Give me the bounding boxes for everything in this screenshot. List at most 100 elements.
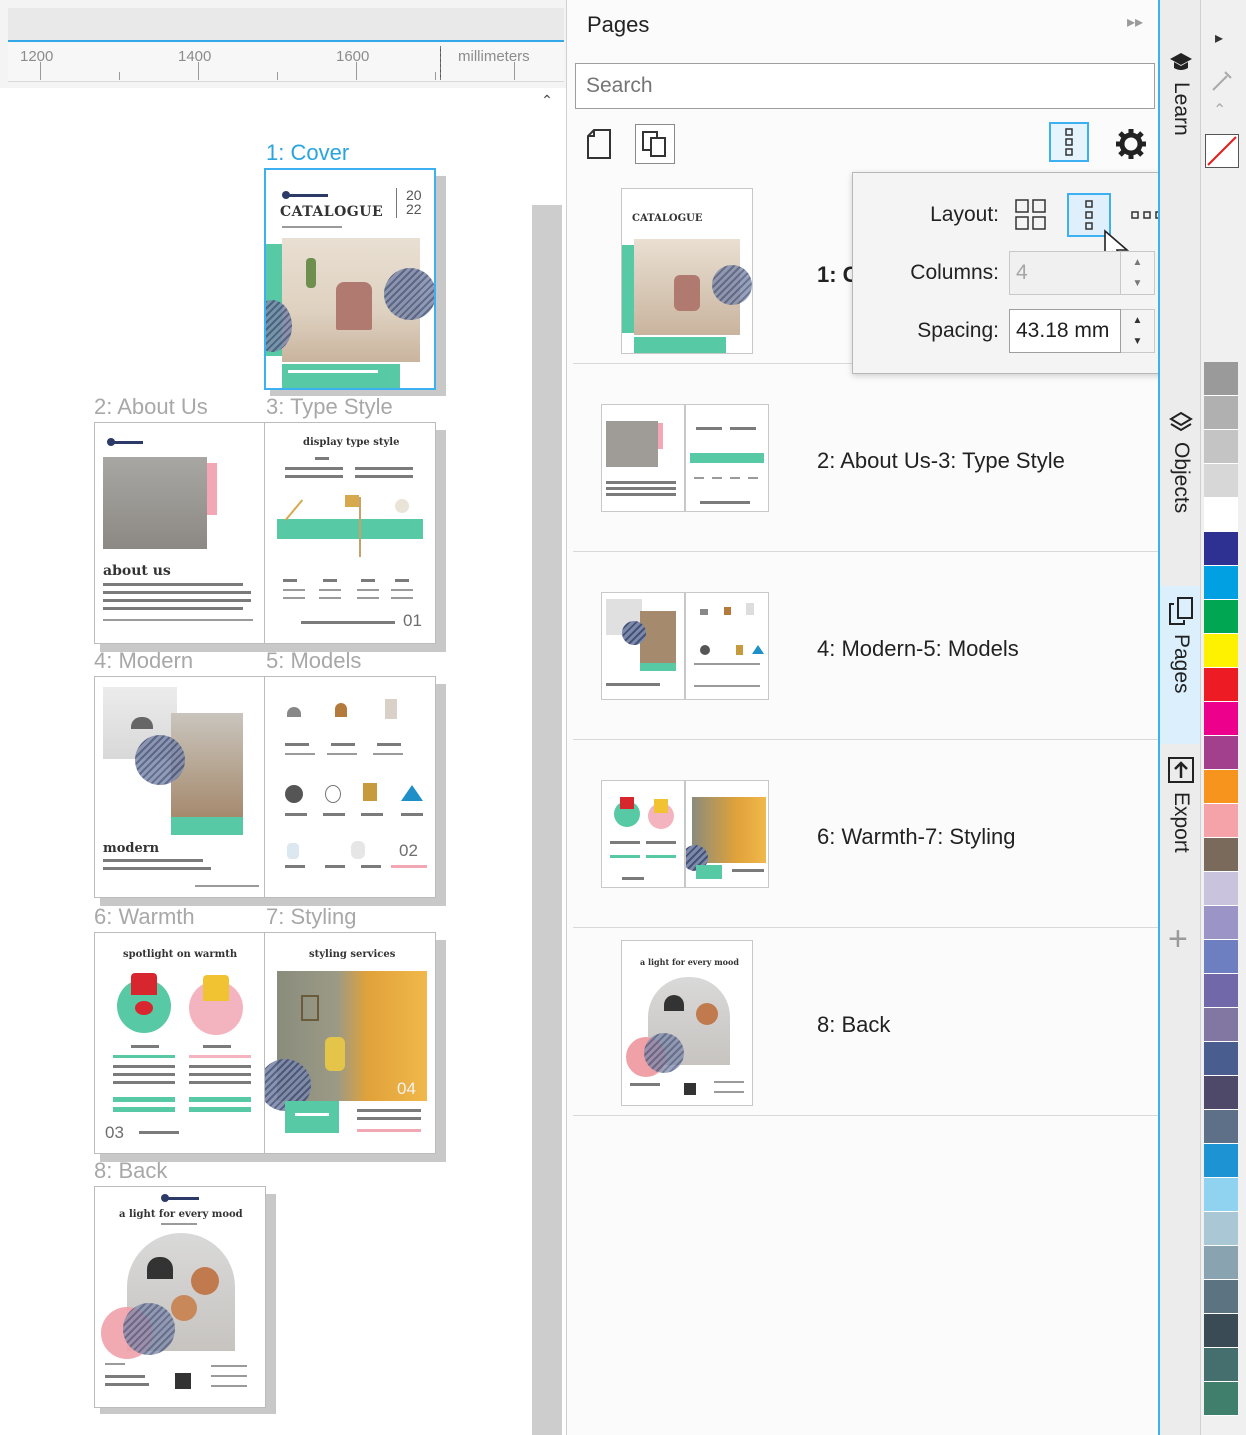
about-us-heading: about us [103, 563, 171, 579]
layout-grid-button[interactable] [1009, 193, 1053, 237]
color-swatch[interactable] [1204, 1280, 1238, 1314]
color-swatch[interactable] [1204, 1110, 1238, 1144]
color-swatch[interactable] [1204, 1246, 1238, 1280]
chevron-up-icon: ▲ [1132, 257, 1143, 268]
color-swatch[interactable] [1204, 770, 1238, 804]
color-swatch[interactable] [1204, 1314, 1238, 1348]
color-swatch[interactable] [1204, 1076, 1238, 1110]
page-list-item[interactable]: a light for every mood 8: Back [573, 928, 1159, 1116]
page-number: 03 [105, 1123, 124, 1142]
no-color-swatch[interactable] [1205, 134, 1239, 168]
page-thumbnail [685, 592, 769, 700]
type-style-heading: display type style [303, 437, 400, 448]
chevron-up-icon: ▲ [1132, 315, 1143, 326]
page-list-item-label: 4: Modern-5: Models [817, 636, 1019, 661]
page-warmth[interactable]: spotlight on warmth 03 [94, 932, 266, 1154]
color-swatch[interactable] [1204, 396, 1238, 430]
page-list-item-label: 2: About Us-3: Type Style [817, 448, 1065, 473]
color-swatch[interactable] [1204, 1348, 1238, 1382]
page-label-warmth: 6: Warmth [94, 904, 195, 929]
color-swatch[interactable] [1204, 1212, 1238, 1246]
color-swatch[interactable] [1204, 600, 1238, 634]
columns-label: Columns: [910, 261, 999, 284]
chevron-up-icon: ⌃ [541, 91, 553, 108]
color-swatch[interactable] [1204, 702, 1238, 736]
spacing-label: Spacing: [917, 319, 999, 342]
color-swatch[interactable] [1204, 362, 1238, 396]
color-swatch[interactable] [1204, 464, 1238, 498]
docker-tab-strip: Learn Objects Pages Export + [1158, 0, 1202, 1435]
page-back[interactable]: a light for every mood [94, 1186, 266, 1408]
color-swatch[interactable] [1204, 430, 1238, 464]
duplicate-page-button[interactable] [635, 124, 675, 164]
color-swatch[interactable] [1204, 566, 1238, 600]
page-list-item[interactable]: 6: Warmth-7: Styling [573, 740, 1159, 928]
vertical-scrollbar[interactable] [532, 205, 562, 1435]
page-type-style[interactable]: display type style 01 [264, 422, 436, 644]
docker-settings-button[interactable] [1111, 124, 1151, 164]
color-swatch[interactable] [1204, 838, 1238, 872]
color-swatch[interactable] [1204, 1144, 1238, 1178]
page-icon [587, 129, 611, 159]
color-swatch[interactable] [1204, 634, 1238, 668]
docker-expand-icon[interactable]: ▸▸ [1127, 12, 1143, 32]
page-thumbnail [601, 780, 685, 888]
ruler-units-label: millimeters [458, 48, 530, 65]
duplicate-pages-icon [642, 131, 666, 157]
page-list-item[interactable]: 2: About Us-3: Type Style [573, 364, 1159, 552]
columns-spinner[interactable]: ▲ ▼ [1121, 251, 1155, 295]
eyedropper-icon[interactable] [1209, 66, 1237, 94]
play-arrow-icon[interactable]: ▸ [1215, 28, 1223, 48]
scroll-up-button[interactable]: ⌃ [534, 88, 560, 112]
layout-options-button[interactable] [1049, 122, 1089, 162]
color-swatch[interactable] [1204, 1178, 1238, 1212]
color-swatch[interactable] [1204, 668, 1238, 702]
color-palette[interactable] [1204, 362, 1238, 1416]
horizontal-ruler: 1200 1400 1600 millimeters [0, 0, 566, 88]
columns-field[interactable]: 4 [1009, 251, 1121, 295]
page-styling[interactable]: styling services 04 [264, 932, 436, 1154]
chevron-up-icon[interactable]: ⌃ [1213, 100, 1226, 120]
search-input[interactable] [575, 63, 1155, 109]
page-cover[interactable]: CATALOGUE 20 22 [264, 168, 436, 390]
plus-icon: + [1168, 920, 1188, 958]
page-about-us[interactable]: about us [94, 422, 266, 644]
color-swatch[interactable] [1204, 804, 1238, 838]
page-models[interactable]: 02 [264, 676, 436, 898]
pages-icon [1169, 597, 1193, 625]
color-swatch[interactable] [1204, 872, 1238, 906]
export-icon [1168, 757, 1194, 783]
ruler-label: 1200 [20, 48, 54, 65]
no-color-icon [1207, 136, 1237, 166]
tab-pages[interactable]: Pages [1160, 586, 1202, 744]
spacing-field[interactable]: 43.18 mm [1009, 309, 1121, 353]
layers-icon [1169, 411, 1193, 432]
color-swatch[interactable] [1204, 1008, 1238, 1042]
page-label-back: 8: Back [94, 1158, 168, 1183]
vertical-list-icon [1085, 200, 1093, 230]
tab-learn[interactable]: Learn [1160, 50, 1202, 160]
page-number: 02 [399, 841, 418, 860]
color-swatch[interactable] [1204, 532, 1238, 566]
color-swatch[interactable] [1204, 1042, 1238, 1076]
tab-export[interactable]: Export [1160, 756, 1202, 886]
page-modern[interactable]: modern [94, 676, 266, 898]
cover-year: 20 22 [406, 187, 422, 217]
color-swatch[interactable] [1204, 906, 1238, 940]
page-list-item[interactable]: 4: Modern-5: Models [573, 552, 1159, 740]
tab-objects[interactable]: Objects [1160, 410, 1202, 550]
color-swatch[interactable] [1204, 974, 1238, 1008]
page-thumbnail [685, 780, 769, 888]
add-page-button[interactable] [579, 124, 619, 164]
color-swatch[interactable] [1204, 940, 1238, 974]
page-label-about-us: 2: About Us [94, 394, 208, 419]
vertical-list-icon [1065, 128, 1073, 156]
page-label-models: 5: Models [266, 648, 362, 673]
color-swatch[interactable] [1204, 1382, 1238, 1416]
color-swatch[interactable] [1204, 498, 1238, 532]
color-swatch[interactable] [1204, 736, 1238, 770]
chevron-down-icon: ▼ [1132, 336, 1143, 347]
add-docker-tab-button[interactable]: + [1168, 922, 1188, 956]
drawing-canvas[interactable]: 1200 1400 1600 millimeters ⌃ 1: Cover CA… [0, 0, 566, 1435]
spacing-spinner[interactable]: ▲ ▼ [1121, 309, 1155, 353]
